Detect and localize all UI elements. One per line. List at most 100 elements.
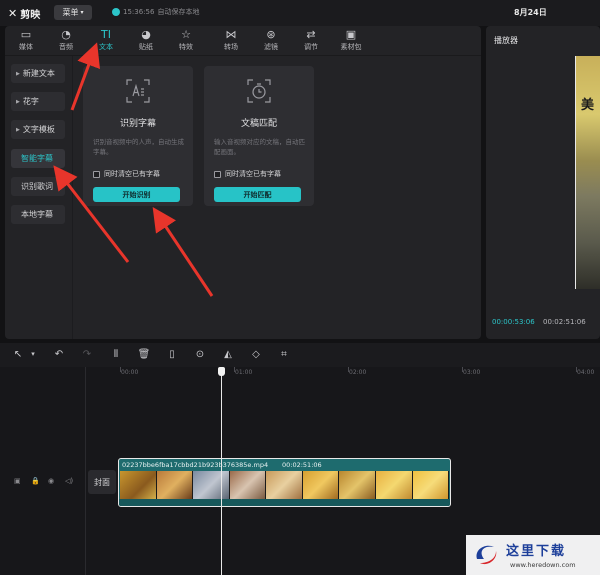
tab-package[interactable]: ▣ 素材包 (334, 28, 368, 56)
clear-existing-checkbox[interactable]: 同时清空已有字幕 (214, 169, 281, 179)
clip-thumbnails (120, 471, 450, 499)
sidebar-item-smart-subtitle[interactable]: 智能字幕 (11, 149, 65, 168)
tab-label: 文本 (99, 43, 113, 51)
tab-label: 素材包 (340, 43, 362, 51)
clear-existing-checkbox[interactable]: 同时清空已有字幕 (93, 169, 160, 179)
tab-transition[interactable]: ⋈ 转场 (214, 28, 248, 56)
tab-label: 贴纸 (139, 43, 153, 51)
card-title: 识别字幕 (119, 119, 156, 129)
clip-filename: 02237bbe6fba17cbbd21b923b376385e.mp4 (122, 461, 269, 469)
menu-label: 菜单 (62, 8, 79, 17)
ruler-label: 03:00 (463, 369, 481, 376)
start-match-button[interactable]: 开始匹配 (214, 187, 301, 202)
tab-effects[interactable]: ☆ 特效 (169, 28, 203, 56)
clip-audio-strip (119, 499, 450, 506)
recognize-subtitle-card: 识别字幕 识别音视频中的人声，自动生成字幕。 同时清空已有字幕 开始识别 (83, 66, 193, 206)
crop-icon[interactable]: ⌗ (278, 348, 290, 360)
caret-right-icon: ▶ (16, 98, 20, 105)
clip-thumbnail (412, 471, 450, 499)
save-time: 15:36:56 (123, 8, 155, 16)
clip-thumbnail (156, 471, 194, 499)
checkbox-box[interactable] (214, 170, 221, 178)
save-text: 自动保存本地 (157, 8, 200, 16)
tab-audio[interactable]: ◔ 音频 (49, 28, 83, 56)
saved-check-icon (112, 8, 120, 16)
clip-thumbnail (266, 471, 303, 499)
sticker-icon: ◕ (141, 28, 151, 41)
sidebar-divider (72, 56, 73, 339)
freeze-frame-icon[interactable]: ▯ (166, 348, 178, 360)
clip-thumbnail (229, 471, 267, 499)
watermark-logo-icon (476, 545, 497, 565)
checkbox-label: 同时清空已有字幕 (225, 170, 281, 178)
clip-thumbnail (339, 471, 376, 499)
tab-text[interactable]: TI 文本 (89, 28, 123, 56)
app-logo: ✕ 剪映 (8, 6, 40, 21)
subtitle-recognize-icon (126, 79, 150, 103)
chevron-down-icon: ▾ (80, 9, 84, 16)
start-recognize-button[interactable]: 开始识别 (93, 187, 180, 202)
tab-label: 调节 (304, 43, 318, 51)
sidebar-item-lyrics[interactable]: 识别歌词 (11, 177, 65, 196)
card-description: 识别音视频中的人声，自动生成字幕。 (93, 138, 184, 156)
tab-filter[interactable]: ⊛ 滤镜 (254, 28, 288, 56)
lock-icon[interactable]: 🔒 (31, 477, 40, 485)
sidebar-item-new-text[interactable]: ▶ 新建文本 (11, 64, 65, 83)
current-timecode: 00:00:53:06 (492, 318, 535, 326)
transition-icon: ⋈ (225, 28, 237, 41)
play-reverse-icon[interactable]: ⊙ (194, 348, 206, 360)
app-name: 剪映 (20, 10, 41, 21)
save-status: 15:36:56 自动保存本地 (112, 7, 199, 17)
menu-button[interactable]: 菜单 ▾ (54, 5, 92, 20)
sidebar-item-fancy-text[interactable]: ▶ 花字 (11, 92, 65, 111)
tab-label: 特效 (179, 43, 193, 51)
checkbox-box[interactable] (93, 170, 100, 178)
filter-icon: ⊛ (266, 28, 276, 41)
split-icon[interactable]: ⫴ (110, 348, 122, 360)
time-ruler[interactable]: 00:00 01:00 02:00 03:00 04:00 (86, 367, 600, 381)
video-frame-glyph: 美 (581, 98, 595, 113)
ruler-label: 04:00 (577, 369, 595, 376)
sidebar-item-text-template[interactable]: ▶ 文字模板 (11, 120, 65, 139)
chevron-down-icon[interactable]: ▾ (27, 348, 39, 360)
playhead-line[interactable] (221, 367, 222, 575)
select-cursor-icon[interactable]: ↖ (12, 348, 24, 360)
script-match-card: 文稿匹配 输入音视频对应的文稿，自动匹配画面。 同时清空已有字幕 开始匹配 (204, 66, 314, 206)
text-icon: TI (101, 28, 111, 41)
playhead-handle[interactable] (218, 367, 225, 376)
tab-label: 滤镜 (264, 43, 278, 51)
checkbox-label: 同时清空已有字幕 (104, 170, 160, 178)
clip-thumbnail (375, 471, 413, 499)
video-clip[interactable]: 02237bbe6fba17cbbd21b923b376385e.mp4 00:… (118, 458, 451, 507)
package-icon: ▣ (345, 28, 357, 41)
category-toolbar: ▭ 媒体 ◔ 音频 TI 文本 ◕ 贴纸 ☆ 特效 ⋈ 转场 ⊛ 滤镜 ⇄ 调节 ▣ 素材包 (5, 26, 481, 56)
redo-icon[interactable]: ↷ (81, 348, 93, 360)
undo-icon[interactable]: ↶ (53, 348, 65, 360)
volume-icon[interactable]: ◁) (65, 477, 73, 485)
tab-media[interactable]: ▭ 媒体 (9, 28, 43, 56)
mirror-icon[interactable]: ◭ (222, 348, 234, 360)
track-header-column (0, 367, 86, 575)
player-title: 播放器 (494, 36, 518, 45)
video-preview[interactable]: 美 (575, 56, 600, 289)
caret-right-icon: ▶ (16, 70, 20, 77)
watermark-url: www.heredown.com (510, 561, 576, 569)
card-title: 文稿匹配 (240, 119, 277, 129)
rotate-icon[interactable]: ◇ (250, 348, 262, 360)
tab-sticker[interactable]: ◕ 贴纸 (129, 28, 163, 56)
sidebar-item-label: 本地字幕 (21, 210, 53, 219)
card-description: 输入音视频对应的文稿，自动匹配画面。 (214, 138, 305, 156)
cover-button[interactable]: 封面 (88, 470, 116, 494)
sidebar-item-local-subtitle[interactable]: 本地字幕 (11, 205, 65, 224)
clip-thumbnail (302, 471, 340, 499)
caret-right-icon: ▶ (16, 126, 20, 133)
script-match-icon (247, 79, 271, 103)
tab-adjust[interactable]: ⇄ 调节 (294, 28, 328, 56)
track-toggle-icon[interactable]: ▣ (14, 477, 21, 485)
media-icon: ▭ (20, 28, 32, 41)
capcut-logo-icon: ✕ (8, 7, 18, 20)
eye-icon[interactable]: ◉ (48, 477, 54, 485)
total-timecode: 00:02:51:06 (543, 318, 586, 326)
delete-icon[interactable]: 🗑 (138, 348, 151, 360)
sidebar-item-label: 文字模板 (22, 125, 55, 134)
